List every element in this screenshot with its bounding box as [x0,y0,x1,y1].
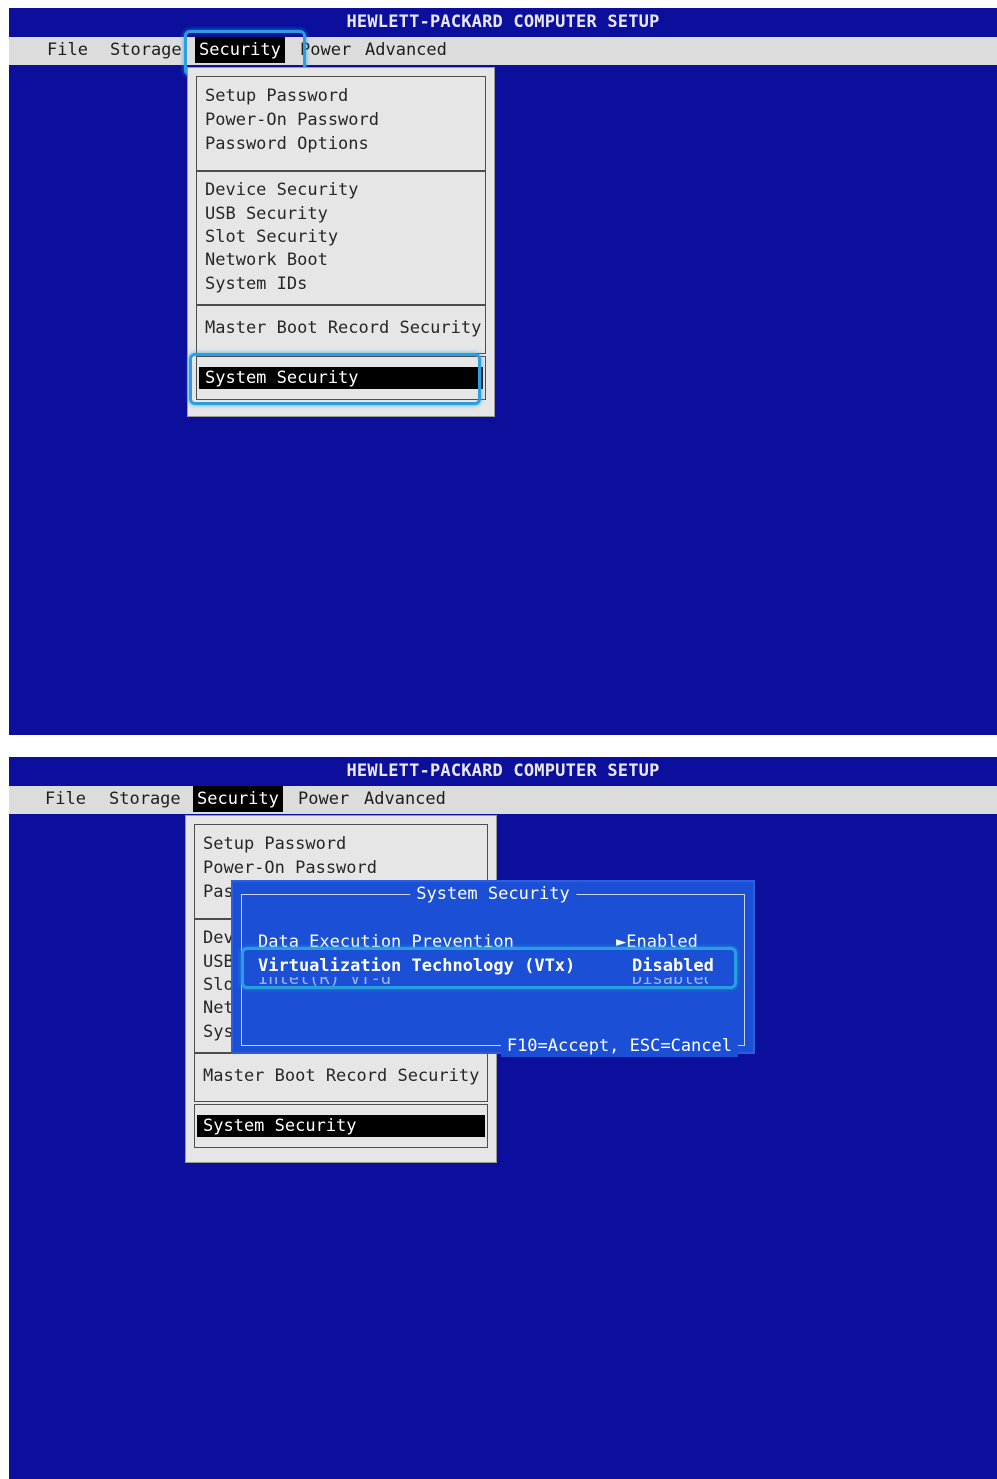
item-master-boot-record-security[interactable]: Master Boot Record Security [205,317,481,339]
item-system-ids-partial[interactable]: Sys [203,1021,234,1043]
menu-advanced[interactable]: Advanced [360,786,450,812]
item-device-security[interactable]: Device Security [205,179,359,201]
item-network-boot-partial[interactable]: Net [203,997,234,1019]
menu-storage[interactable]: Storage [105,786,185,812]
mbr-group: Master Boot Record Security [196,304,486,354]
item-usb-security[interactable]: USB Security [205,203,328,225]
password-group: Setup Password Power-On Password Passwor… [196,76,486,172]
menu-security[interactable]: Security [193,786,283,812]
setup-title: HEWLETT-PACKARD COMPUTER SETUP [346,12,660,32]
highlight-virtualization-technology [241,947,737,989]
menu-bar: File Storage Security Power Advanced [9,37,997,65]
item-usb-security-partial[interactable]: USB [203,951,234,973]
menu-file[interactable]: File [41,786,90,812]
mbr-group: Master Boot Record Security [194,1052,488,1102]
item-power-on-password[interactable]: Power-On Password [203,857,377,879]
item-password-options-partial[interactable]: Pas [203,881,234,903]
item-password-options[interactable]: Password Options [205,133,369,155]
menu-bar: File Storage Security Power Advanced [9,786,997,814]
item-slot-security[interactable]: Slot Security [205,226,338,248]
bios-screen-system-security-dialog: HEWLETT-PACKARD COMPUTER SETUP File Stor… [9,757,997,1479]
system-group: System Security [194,1104,488,1148]
setup-title: HEWLETT-PACKARD COMPUTER SETUP [346,761,660,781]
item-setup-password[interactable]: Setup Password [203,833,346,855]
dialog-footer-hint: F10=Accept, ESC=Cancel [500,1035,738,1057]
item-slot-security-partial[interactable]: Slo [203,974,234,996]
device-group: Device Security USB Security Slot Securi… [196,170,486,306]
item-system-security[interactable]: System Security [197,1115,485,1137]
menu-advanced[interactable]: Advanced [361,37,451,63]
menu-file[interactable]: File [43,37,92,63]
bios-screen-menu-open: HEWLETT-PACKARD COMPUTER SETUP File Stor… [9,8,997,735]
item-device-security-partial[interactable]: Dev [203,927,234,949]
highlight-system-security [189,353,481,405]
item-system-ids[interactable]: System IDs [205,273,307,295]
item-setup-password[interactable]: Setup Password [205,85,348,107]
item-power-on-password[interactable]: Power-On Password [205,109,379,131]
dialog-title: System Security [410,883,576,905]
menu-power[interactable]: Power [294,786,353,812]
item-network-boot[interactable]: Network Boot [205,249,328,271]
menu-storage[interactable]: Storage [106,37,186,63]
item-master-boot-record-security[interactable]: Master Boot Record Security [203,1065,479,1087]
